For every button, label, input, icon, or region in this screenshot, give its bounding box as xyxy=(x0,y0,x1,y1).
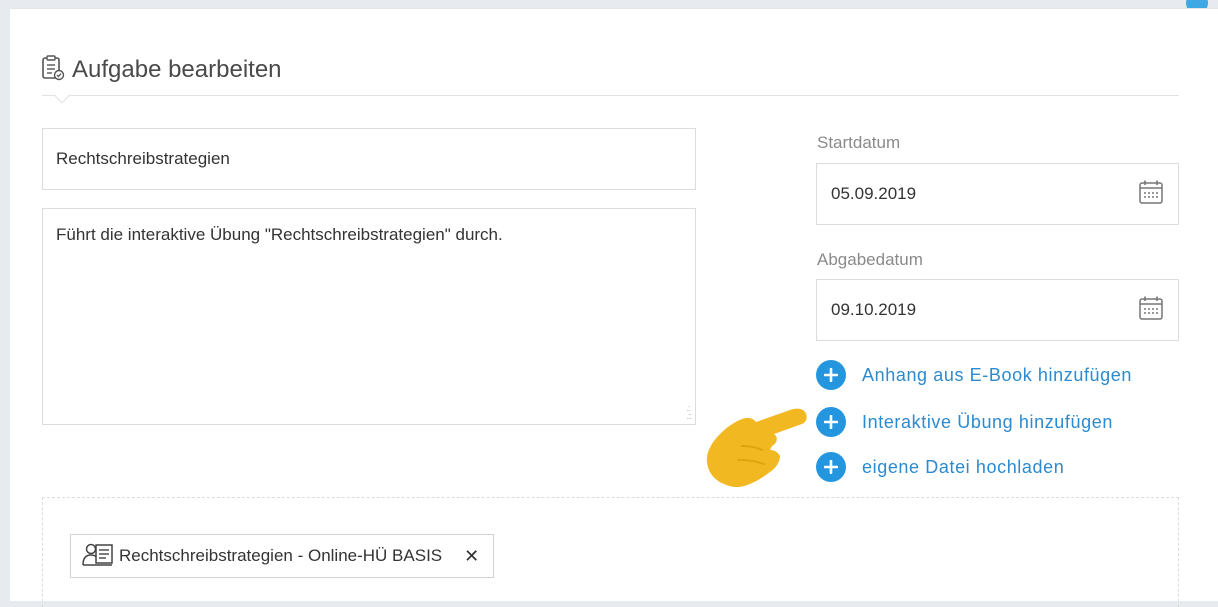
start-date-label: Startdatum xyxy=(817,133,901,152)
panel-header: Aufgabe bearbeiten xyxy=(40,50,282,90)
resize-handle-icon[interactable]: .:.:: xyxy=(686,404,691,421)
add-ebook-attachment-link[interactable]: Anhang aus E-Book hinzufügen xyxy=(816,360,1132,390)
plus-circle-icon xyxy=(816,360,846,390)
add-interactive-exercise-link[interactable]: Interaktive Übung hinzufügen xyxy=(816,407,1113,437)
attachment-chip: Rechtschreibstrategien - Online-HÜ BASIS… xyxy=(70,534,495,578)
task-title-value: Rechtschreibstrategien xyxy=(56,149,230,168)
calendar-icon[interactable] xyxy=(1138,179,1164,210)
attachment-label: Rechtschreibstrategien - Online-HÜ BASIS xyxy=(119,546,443,565)
due-date-label: Abgabedatum xyxy=(817,250,923,269)
task-title-input[interactable]: Rechtschreibstrategien xyxy=(42,128,696,190)
close-icon[interactable]: ✕ xyxy=(464,546,479,567)
add-interactive-exercise-label: Interaktive Übung hinzufügen xyxy=(862,411,1113,432)
pointing-hand-icon xyxy=(706,408,807,488)
due-date-field[interactable]: 09.10.2019 xyxy=(816,279,1179,341)
header-divider xyxy=(42,95,1179,96)
calendar-icon[interactable] xyxy=(1138,295,1164,326)
plus-circle-icon xyxy=(816,452,846,482)
clipboard-icon xyxy=(40,54,66,87)
upload-own-file-link[interactable]: eigene Datei hochladen xyxy=(816,452,1064,482)
start-date-field[interactable]: 05.09.2019 xyxy=(816,163,1179,225)
top-bar xyxy=(0,0,1218,8)
due-date-value: 09.10.2019 xyxy=(831,300,917,319)
task-description-textarea[interactable]: Führt die interaktive Übung "Rechtschrei… xyxy=(42,208,696,425)
page-title: Aufgabe bearbeiten xyxy=(72,56,282,83)
task-description-value: Führt die interaktive Übung "Rechtschrei… xyxy=(56,225,503,244)
start-date-value: 05.09.2019 xyxy=(831,184,917,203)
upload-own-file-label: eigene Datei hochladen xyxy=(862,456,1065,477)
exercise-icon xyxy=(81,541,115,572)
add-ebook-attachment-label: Anhang aus E-Book hinzufügen xyxy=(862,364,1132,385)
plus-circle-icon xyxy=(816,407,846,437)
